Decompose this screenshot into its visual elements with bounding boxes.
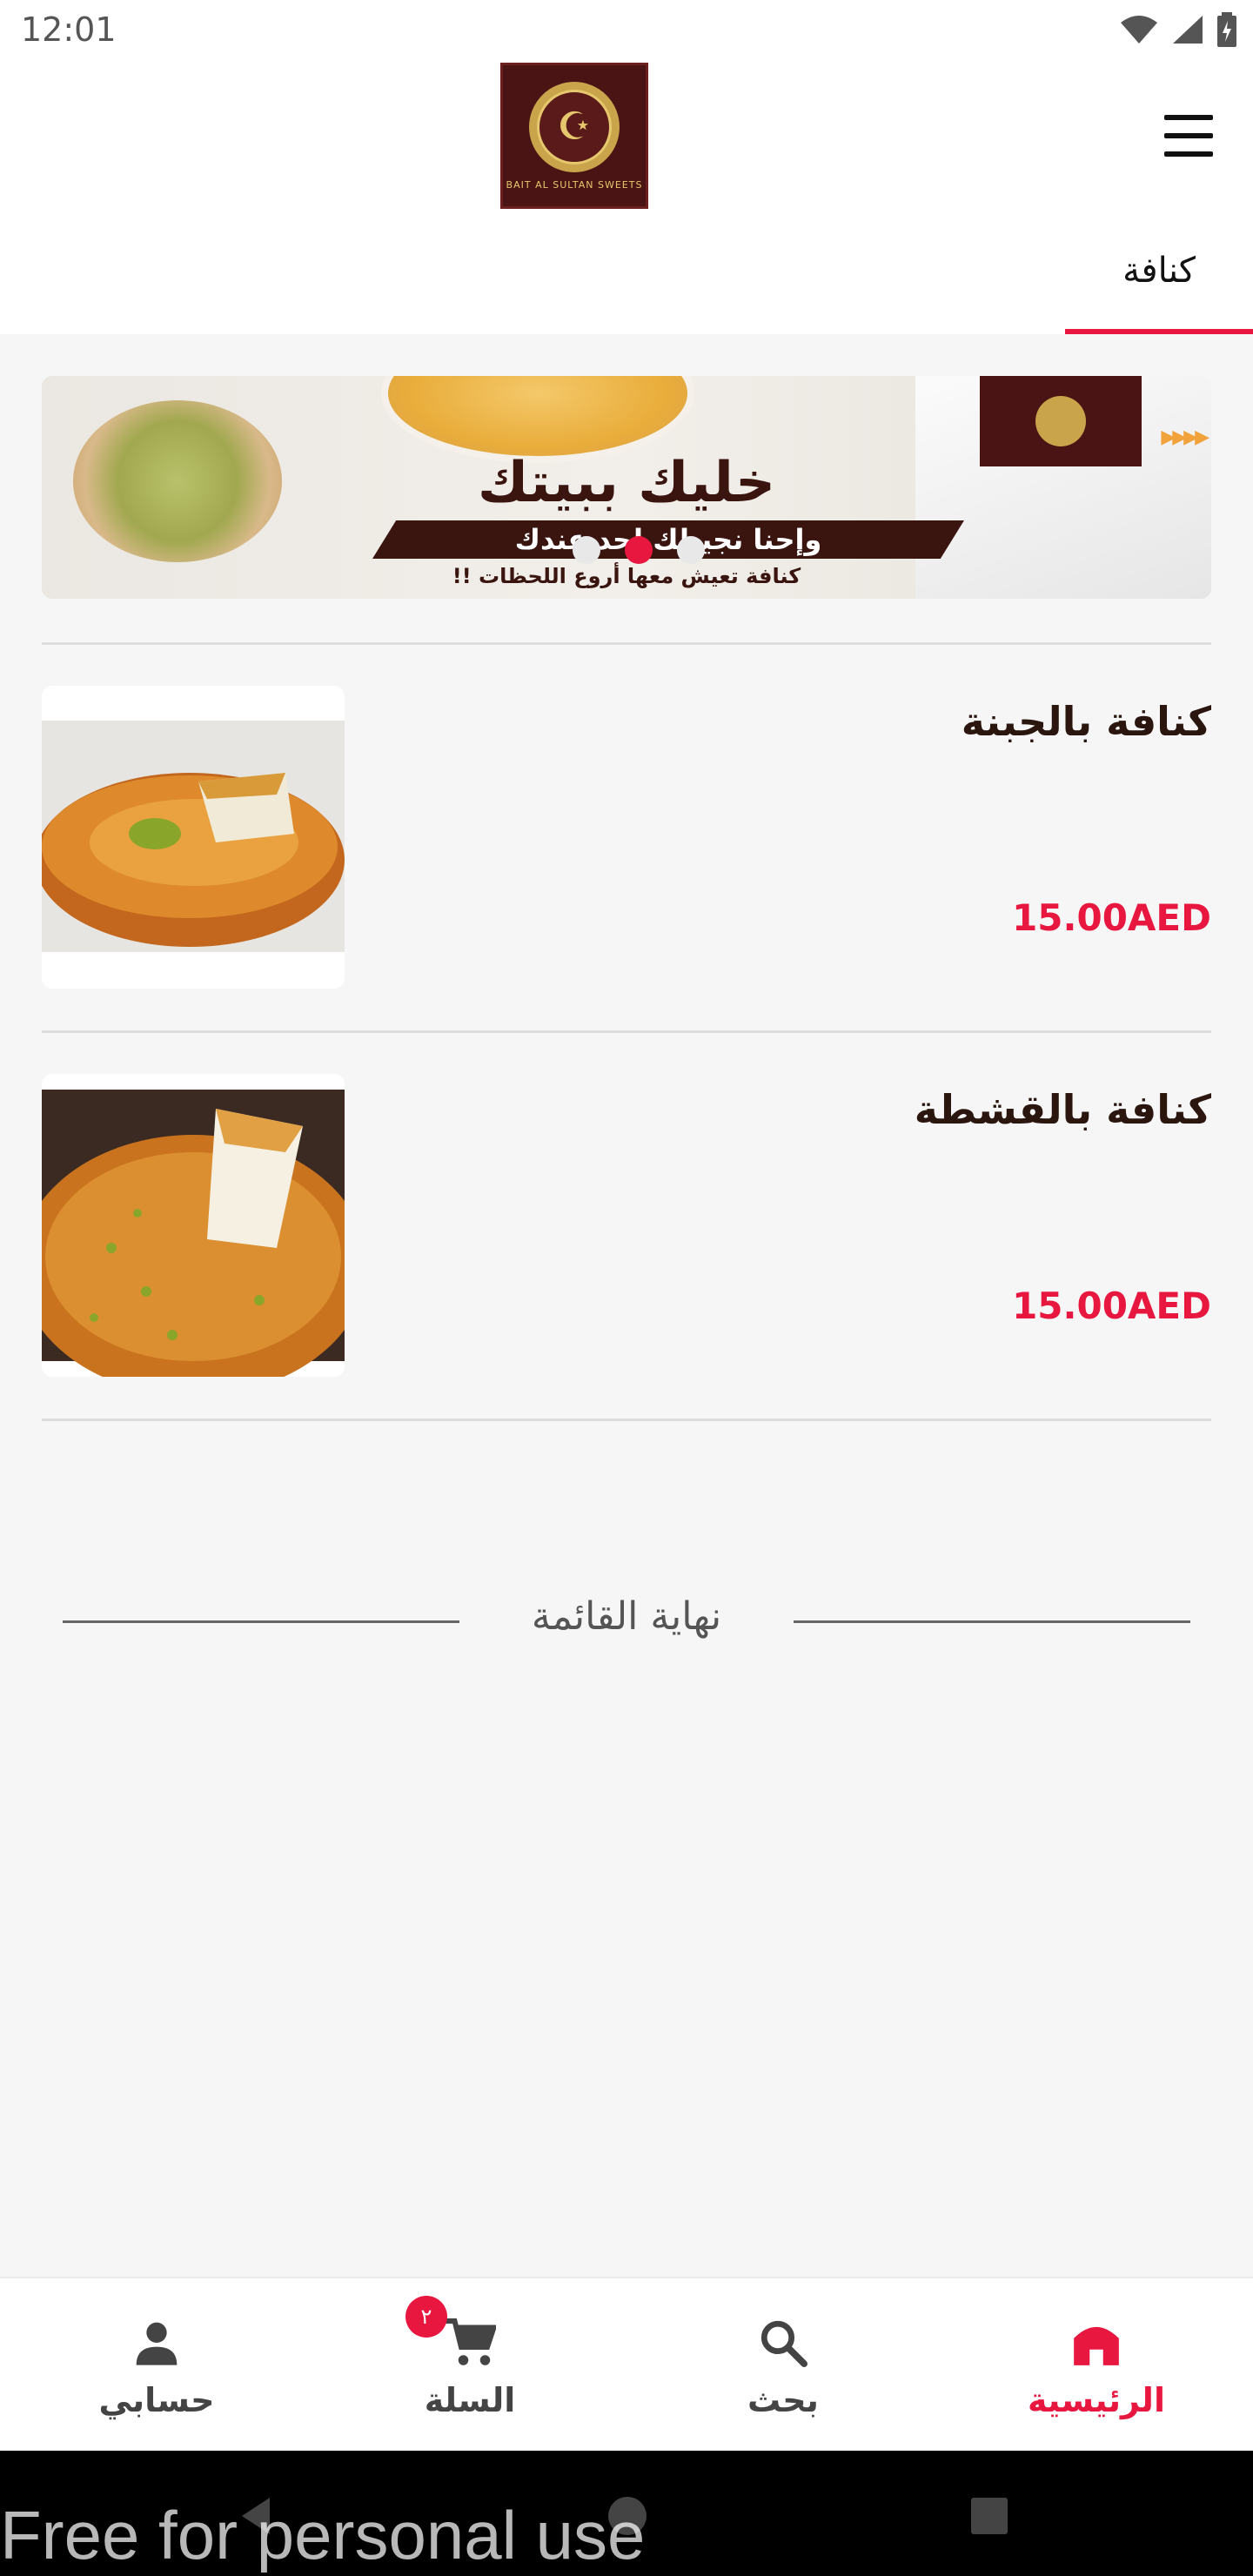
nav-search[interactable]: بحث <box>626 2278 940 2452</box>
status-time: 12:01 <box>21 10 117 49</box>
wifi-icon <box>1121 16 1157 44</box>
tab-kunafa[interactable]: كنافة <box>1065 237 1253 334</box>
cart-badge: ٢ <box>405 2296 447 2338</box>
product-price: 15.00AED <box>1012 1285 1211 1327</box>
banner-headline: خليك ببيتك <box>477 451 776 515</box>
battery-icon <box>1217 12 1236 47</box>
category-tabs: كنافة <box>0 237 1253 334</box>
carousel-dots <box>573 536 705 564</box>
product-card[interactable]: كنافة بالقشطة 15.00AED <box>42 1074 1211 1377</box>
promo-banner[interactable]: ▶▶▶▶ خليك ببيتك وإحنا نجيبلك لحد عندك كن… <box>42 376 1211 599</box>
banner-arrows: ▶▶▶▶ <box>1161 426 1209 448</box>
product-price: 15.00AED <box>1012 896 1211 939</box>
nav-home-label: الرئيسية <box>1028 2381 1165 2419</box>
logo-wordmark: BAIT AL SULTAN SWEETS <box>506 178 643 191</box>
signal-icon <box>1173 16 1203 44</box>
product-name: كنافة بالقشطة <box>914 1086 1211 1133</box>
nav-account[interactable]: حسابي <box>0 2278 313 2452</box>
nav-search-label: بحث <box>747 2381 819 2419</box>
carousel-dot-active[interactable] <box>625 536 653 564</box>
end-of-list-label: نهاية القائمة <box>531 1594 722 1639</box>
product-name: كنافة بالجبنة <box>961 698 1211 745</box>
bottom-nav: حسابي ٢ السلة بحث الرئيسية <box>0 2277 1253 2451</box>
home-icon <box>1069 2317 1123 2369</box>
search-icon <box>758 2317 808 2369</box>
app-header: ☪ BAIT AL SULTAN SWEETS كنافة <box>0 63 1253 334</box>
nav-home[interactable]: الرئيسية <box>940 2278 1253 2452</box>
nav-cart-label: السلة <box>424 2381 516 2419</box>
cart-icon: ٢ <box>405 2296 496 2369</box>
product-card[interactable]: كنافة بالجبنة 15.00AED <box>42 686 1211 989</box>
end-of-list: نهاية القائمة <box>0 1582 1253 1660</box>
end-line-right <box>794 1620 1190 1623</box>
tab-active-indicator <box>1065 329 1253 334</box>
tab-label: كنافة <box>1122 251 1196 291</box>
nav-cart[interactable]: ٢ السلة <box>313 2278 626 2452</box>
status-icons <box>1119 12 1237 47</box>
watermark: Free for personal use <box>0 2497 646 2573</box>
honey-bowl-image <box>381 376 694 463</box>
nav-account-label: حسابي <box>98 2381 215 2419</box>
carousel-dot[interactable] <box>677 536 705 564</box>
person-icon <box>132 2317 181 2369</box>
carousel-dot[interactable] <box>573 536 600 564</box>
brand-logo[interactable]: ☪ BAIT AL SULTAN SWEETS <box>500 63 648 209</box>
status-bar: 12:01 <box>0 0 1253 63</box>
product-image <box>42 1074 345 1377</box>
divider <box>42 1419 1211 1421</box>
divider <box>42 1030 1211 1033</box>
product-image <box>42 686 345 989</box>
banner-caption: كنافة تعيش معها أروع اللحظات !! <box>452 564 801 588</box>
recents-icon[interactable] <box>968 2494 1011 2538</box>
logo-emblem: ☪ <box>529 81 620 172</box>
menu-icon[interactable] <box>1164 115 1213 157</box>
divider <box>42 642 1211 645</box>
